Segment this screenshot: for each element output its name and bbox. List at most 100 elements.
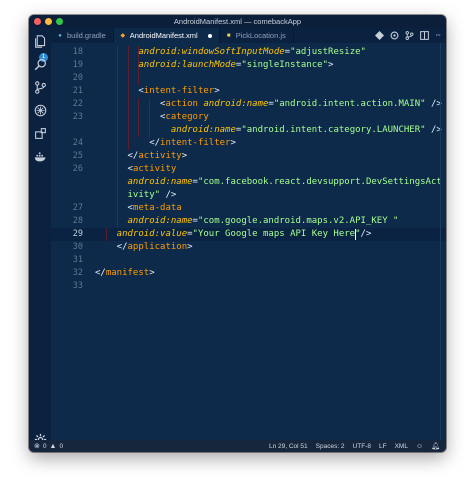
- code-token: android:launchMode: [138, 60, 236, 70]
- indentation[interactable]: Spaces: 2: [316, 443, 345, 450]
- line-number: 21: [72, 86, 83, 96]
- window-controls: [34, 18, 63, 25]
- explorer-icon[interactable]: [32, 33, 48, 49]
- indent-guide: [127, 124, 129, 137]
- code-line[interactable]: 32 </manifest>: [51, 267, 446, 280]
- line-number: 26: [72, 164, 83, 174]
- problems-indicator[interactable]: ⊗ 0 ▲ 0: [29, 442, 63, 451]
- end-of-line[interactable]: LF: [379, 443, 387, 450]
- code-line[interactable]: 26 <activity: [51, 163, 446, 176]
- indent-guide: [127, 137, 129, 150]
- indent-guide: [116, 46, 118, 59]
- indent-guide: [127, 98, 129, 111]
- indent-guide: [116, 124, 118, 137]
- indent-guide: [127, 85, 129, 98]
- indent-guide: [116, 98, 118, 111]
- code-token: android:name: [127, 216, 193, 226]
- line-code: android:windowSoftInputMode="adjustResiz…: [138, 46, 366, 59]
- docker-icon[interactable]: [32, 148, 48, 164]
- language-mode[interactable]: XML: [395, 443, 408, 450]
- code-line[interactable]: 31: [51, 254, 446, 267]
- line-number: 20: [72, 73, 83, 83]
- code-line[interactable]: 24 </intent-filter>: [51, 137, 446, 150]
- code-token: "adjustResize": [290, 47, 366, 57]
- code-token: </: [127, 151, 139, 161]
- git-compare-icon[interactable]: [405, 31, 414, 40]
- diff-icon[interactable]: [375, 31, 385, 40]
- line-code: <category: [160, 111, 209, 124]
- code-token: >: [149, 268, 155, 278]
- indent-guide: [127, 111, 129, 124]
- indent-guide: [116, 59, 118, 72]
- code-line[interactable]: 23 <category: [51, 111, 446, 124]
- code-line[interactable]: 25 </activity>: [51, 150, 446, 163]
- code-line[interactable]: 30 </application>: [51, 241, 446, 254]
- line-code: </manifest>: [95, 267, 155, 280]
- search-icon[interactable]: [32, 56, 48, 72]
- line-code: android:launchMode="singleInstance">: [138, 59, 333, 72]
- extensions-icon[interactable]: [32, 125, 48, 141]
- indent-guide: [138, 72, 140, 85]
- indent-guide: [149, 124, 151, 137]
- line-number: 29: [72, 229, 83, 239]
- code-token: android:name: [127, 177, 193, 187]
- code-token: </: [149, 138, 161, 148]
- warning-icon: ▲: [49, 442, 57, 450]
- code-token: </: [95, 268, 106, 278]
- code-line[interactable]: android:name="com.facebook.react.devsupp…: [51, 176, 446, 189]
- code-token: activity: [132, 164, 177, 174]
- cursor-position[interactable]: Ln 29, Col 51: [269, 443, 308, 450]
- code-token: meta-data: [132, 203, 182, 213]
- modified-dot-icon[interactable]: [207, 33, 212, 38]
- code-token: >: [328, 60, 334, 70]
- line-number: 25: [72, 151, 83, 161]
- line-number: 30: [72, 242, 83, 252]
- debug-icon[interactable]: [32, 102, 48, 118]
- indent-guide: [138, 98, 140, 111]
- code-token: ivity": [127, 190, 161, 200]
- line-code: </intent-filter>: [149, 137, 236, 150]
- zoom-window-button[interactable]: [56, 18, 63, 25]
- code-line[interactable]: 27 <meta-data: [51, 202, 446, 215]
- encoding[interactable]: UTF-8: [353, 443, 371, 450]
- split-editor-icon[interactable]: [420, 31, 430, 40]
- code-line[interactable]: ivity" />: [51, 189, 446, 202]
- code-token: "singleInstance": [241, 60, 329, 70]
- code-line[interactable]: 18 android:windowSoftInputMode="adjustRes…: [51, 46, 446, 59]
- editor-actions: ···: [375, 28, 446, 43]
- code-token: "android.intent.category.LAUNCHER": [241, 125, 426, 135]
- line-number: 32: [72, 268, 83, 278]
- source-control-icon[interactable]: [32, 79, 48, 95]
- open-preview-icon[interactable]: [390, 31, 399, 40]
- code-line[interactable]: 21 <intent-filter>: [51, 85, 446, 98]
- tab-android-manifest[interactable]: ◆ AndroidManifest.xml: [113, 28, 220, 43]
- code-line[interactable]: android:name="android.intent.category.LA…: [51, 124, 446, 137]
- more-actions-icon[interactable]: ···: [435, 31, 441, 40]
- code-token: >: [181, 151, 188, 161]
- code-token: activity: [138, 151, 182, 161]
- tab-build-gradle[interactable]: ● build.gradle: [51, 28, 114, 43]
- code-line[interactable]: 29 android:value="Your Google maps API Ke…: [51, 228, 446, 241]
- code-token: >: [187, 242, 193, 252]
- close-window-button[interactable]: [34, 18, 41, 25]
- line-code: android:name="com.google.android.maps.v2…: [128, 215, 399, 228]
- indent-guide: [105, 228, 107, 241]
- tab-pick-location[interactable]: ■ PickLocation.js: [220, 28, 294, 43]
- code-editor[interactable]: 18 android:windowSoftInputMode="adjustRes…: [51, 43, 446, 440]
- indent-guide: [116, 215, 118, 228]
- code-line[interactable]: 22 <action android:name="android.intent.a…: [51, 98, 446, 111]
- feedback-smiley-icon[interactable]: ☺: [416, 443, 423, 450]
- code-token: category: [165, 112, 209, 122]
- text-cursor: [355, 229, 357, 240]
- minimize-window-button[interactable]: [45, 18, 52, 25]
- code-line[interactable]: 28 android:name="com.google.android.maps.…: [51, 215, 446, 228]
- code-line[interactable]: 20: [51, 72, 446, 85]
- code-line[interactable]: 19 android:launchMode="singleInstance">: [51, 59, 446, 72]
- code-token: />: [160, 190, 177, 200]
- code-token: >: [214, 86, 220, 96]
- code-token: action: [165, 99, 198, 109]
- code-line[interactable]: 33: [51, 280, 446, 293]
- notifications-bell-icon[interactable]: 🔔︎: [431, 442, 440, 450]
- code-token: </: [116, 242, 128, 252]
- line-number: 19: [72, 60, 83, 70]
